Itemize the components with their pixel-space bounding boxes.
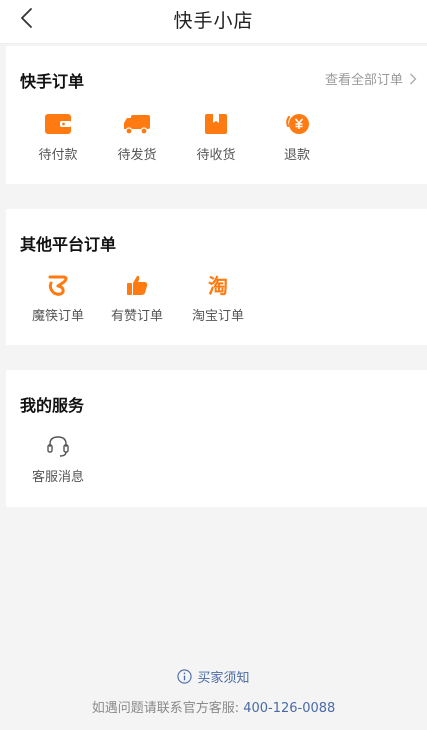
nav-bar: 快手小店 bbox=[0, 0, 427, 44]
page-title: 快手小店 bbox=[173, 10, 254, 32]
item-label: 有赞订单 bbox=[110, 309, 163, 324]
buyer-notice-label: 买家须知 bbox=[197, 671, 250, 686]
contact-prefix: 如遇问题请联系官方客服: bbox=[91, 701, 244, 716]
taobao-orders[interactable]: 淘 淘宝订单 bbox=[186, 273, 250, 324]
my-services-section: 我的服务 客服消息 bbox=[6, 370, 427, 507]
youzan-orders[interactable]: 有赞订单 bbox=[105, 273, 169, 324]
item-label: 待发货 bbox=[117, 148, 157, 163]
chevron-right-icon bbox=[410, 73, 417, 84]
see-all-label: 查看全部订单 bbox=[324, 73, 403, 88]
order-pending-payment[interactable]: 待付款 bbox=[26, 112, 90, 163]
other-platform-orders-section: 其他平台订单 魔筷订单 有赞订单 淘 淘宝订单 bbox=[6, 209, 427, 345]
item-label: 待收货 bbox=[196, 148, 236, 163]
service-phone-link[interactable]: 400-126-0088 bbox=[243, 701, 335, 716]
item-label: 淘宝订单 bbox=[191, 309, 244, 324]
kuaishou-orders-section: 快手订单 查看全部订单 待付款 待发货 待收货 退款 bbox=[6, 46, 427, 184]
customer-service-messages[interactable]: 客服消息 bbox=[26, 434, 90, 485]
section-title: 快手订单 bbox=[20, 72, 85, 91]
svg-text:淘: 淘 bbox=[208, 274, 228, 297]
item-label: 客服消息 bbox=[31, 470, 84, 485]
package-icon bbox=[205, 114, 227, 134]
wallet-icon bbox=[45, 114, 71, 134]
item-label: 退款 bbox=[283, 148, 310, 163]
order-pending-receipt[interactable]: 待收货 bbox=[184, 112, 248, 163]
refund-yen-icon bbox=[286, 114, 309, 134]
item-label: 魔筷订单 bbox=[31, 309, 84, 324]
order-refund[interactable]: 退款 bbox=[265, 112, 329, 163]
taobao-icon: 淘 bbox=[208, 274, 228, 297]
thumbs-up-icon bbox=[127, 275, 148, 295]
mokuai-orders[interactable]: 魔筷订单 bbox=[26, 273, 90, 324]
see-all-orders-link[interactable]: 查看全部订单 bbox=[325, 69, 417, 88]
headset-icon bbox=[47, 436, 69, 457]
info-icon bbox=[177, 669, 193, 684]
item-label: 待付款 bbox=[38, 148, 78, 163]
buyer-notice-link[interactable]: 买家须知 bbox=[0, 667, 427, 686]
truck-icon bbox=[124, 115, 150, 135]
section-title: 其他平台订单 bbox=[20, 235, 117, 254]
section-title: 我的服务 bbox=[20, 396, 85, 415]
order-pending-shipment[interactable]: 待发货 bbox=[105, 112, 169, 163]
contact-line: 如遇问题请联系官方客服: 400-126-0088 bbox=[0, 697, 427, 716]
mokuai-logo-icon bbox=[48, 275, 68, 296]
